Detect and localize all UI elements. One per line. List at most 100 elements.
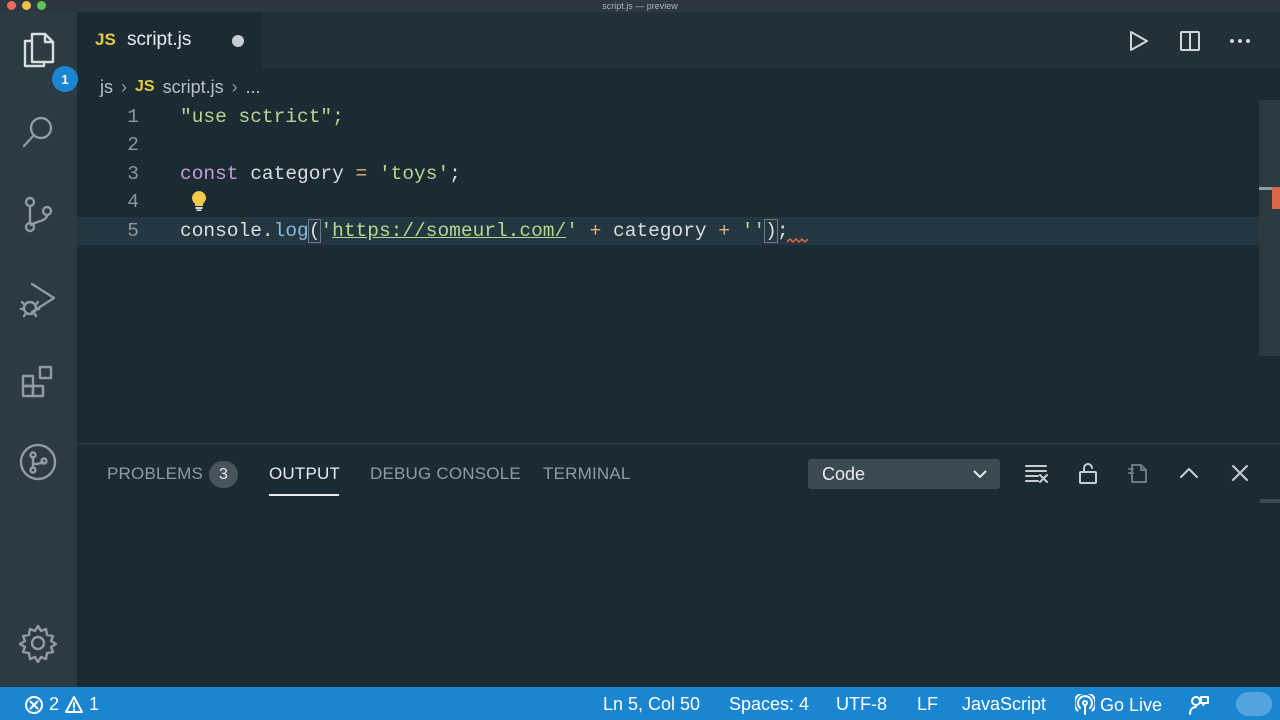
identifier-token: category [613, 220, 707, 242]
keyword-token: const [180, 163, 239, 185]
watermark-logo [1236, 692, 1272, 716]
string-token: ' [320, 220, 333, 242]
code-line[interactable]: 2 [77, 131, 1260, 159]
status-bar: 2 1 Ln 5, Col 50 Spaces: 4 UTF-8 LF Java… [0, 687, 1280, 720]
eol-label: LF [917, 694, 939, 714]
code-text: const category = 'toys'; [180, 160, 461, 188]
encoding-status[interactable]: UTF-8 [836, 694, 887, 715]
language-label: JavaScript [962, 694, 1047, 714]
source-control-icon[interactable] [14, 190, 62, 238]
javascript-file-icon: JS [135, 78, 155, 95]
line-number: 5 [127, 220, 139, 242]
code-editor[interactable]: 1 "use sctrict"; 2 3 const category = 't… [77, 100, 1260, 443]
problems-status[interactable]: 2 1 [24, 694, 99, 715]
indentation-label: Spaces: 4 [729, 694, 810, 714]
go-live-label: Go Live [1100, 694, 1163, 715]
warning-count: 1 [89, 694, 100, 714]
tab-debug-console[interactable]: DEBUG CONSOLE [370, 464, 521, 484]
problems-count-badge: 3 [209, 461, 238, 488]
broadcast-icon [1075, 694, 1095, 715]
close-panel-button[interactable] [1227, 460, 1253, 486]
warning-icon [65, 695, 84, 713]
overview-ruler-error-marker [1272, 187, 1280, 209]
git-graph-icon[interactable] [14, 438, 62, 486]
feedback-button[interactable] [1188, 694, 1210, 716]
lock-scroll-button[interactable] [1075, 460, 1101, 486]
search-icon[interactable] [14, 108, 62, 156]
javascript-file-icon: JS [95, 30, 116, 49]
line-number: 2 [127, 134, 139, 156]
identifier-token: category [238, 163, 356, 185]
window-title: script.js — preview [602, 1, 678, 11]
breadcrumb-folder[interactable]: js [100, 77, 113, 98]
chevron-right-icon: › [231, 76, 238, 97]
title-bar: script.js — preview [0, 0, 1280, 12]
function-token: log [273, 220, 309, 242]
lightbulb-icon[interactable] [191, 190, 207, 212]
output-channel-select[interactable]: Code [808, 459, 1000, 489]
explorer-icon[interactable]: 1 [14, 26, 78, 92]
error-squiggle-icon [787, 238, 809, 244]
code-line[interactable]: 1 "use sctrict"; [77, 103, 1260, 131]
string-token: 'toys' [367, 163, 450, 185]
line-number: 4 [127, 191, 139, 213]
editor-scrollbar[interactable] [1259, 100, 1280, 356]
code-line[interactable]: 4 [77, 188, 1260, 216]
maximize-panel-button[interactable] [1176, 460, 1202, 486]
language-mode[interactable]: JavaScript [962, 694, 1046, 715]
identifier-token: console [180, 220, 262, 242]
error-count: 2 [49, 694, 60, 714]
split-editor-button[interactable] [1177, 28, 1203, 54]
cursor-position[interactable]: Ln 5, Col 50 [603, 694, 700, 715]
punctuation-token: ; [449, 163, 461, 185]
explorer-badge: 1 [52, 66, 78, 92]
tab-script-js[interactable]: JS script.js [77, 12, 262, 68]
tab-terminal[interactable]: TERMINAL [543, 464, 631, 484]
breadcrumb: js › JS script.js › ... [100, 75, 261, 99]
code-text: console.log('https://someurl.com/' + cat… [180, 217, 789, 245]
activity-bar: 1 [0, 12, 78, 687]
breadcrumb-file[interactable]: script.js [163, 77, 224, 98]
run-debug-icon[interactable] [14, 274, 62, 322]
indentation-status[interactable]: Spaces: 4 [729, 694, 809, 715]
code-text: "use sctrict"; [180, 106, 344, 128]
line-number: 3 [127, 163, 139, 185]
extensions-icon[interactable] [14, 358, 62, 406]
cursor-position-label: Ln 5, Col 50 [603, 694, 701, 714]
tab-output[interactable]: OUTPUT [269, 464, 340, 484]
open-output-in-editor-icon[interactable] [1126, 460, 1152, 486]
string-token: ' [566, 220, 578, 242]
operator-token: + [577, 220, 613, 242]
code-line[interactable]: 3 const category = 'toys'; [77, 160, 1260, 188]
bracket-match: ( [307, 219, 322, 243]
error-icon [25, 695, 43, 714]
punctuation-token: . [261, 220, 274, 242]
breadcrumb-more[interactable]: ... [246, 77, 261, 98]
code-line-current[interactable]: 5 console.log('https://someurl.com/' + c… [77, 217, 1260, 245]
unsaved-dot-icon[interactable] [232, 35, 244, 47]
more-actions-button[interactable] [1227, 28, 1253, 54]
operator-token: + [706, 220, 742, 242]
string-token: '' [741, 220, 766, 242]
line-number: 1 [127, 106, 139, 128]
eol-status[interactable]: LF [917, 694, 938, 715]
bracket-match: ) [764, 219, 778, 243]
tab-problems[interactable]: PROBLEMS [107, 464, 203, 484]
editor-tab-bar: JS script.js [77, 12, 1280, 68]
operator-token: = [355, 163, 368, 185]
overview-ruler-cursor [1259, 187, 1272, 190]
feedback-icon [1189, 696, 1209, 715]
run-file-button[interactable] [1125, 28, 1151, 54]
active-tab-indicator [269, 494, 339, 496]
tab-label: script.js [127, 29, 192, 50]
encoding-label: UTF-8 [836, 694, 887, 714]
output-channel-value: Code [822, 464, 866, 484]
url-link[interactable]: https://someurl.com/ [332, 220, 566, 242]
chevron-down-icon [973, 470, 987, 479]
clear-output-button[interactable] [1024, 460, 1050, 486]
panel-scrollbar[interactable] [1260, 499, 1280, 503]
chevron-right-icon: › [121, 76, 127, 97]
bottom-panel: PROBLEMS 3 OUTPUT DEBUG CONSOLE TERMINAL… [77, 443, 1280, 687]
settings-gear-icon[interactable] [14, 619, 62, 667]
go-live-button[interactable]: Go Live [1075, 694, 1162, 716]
